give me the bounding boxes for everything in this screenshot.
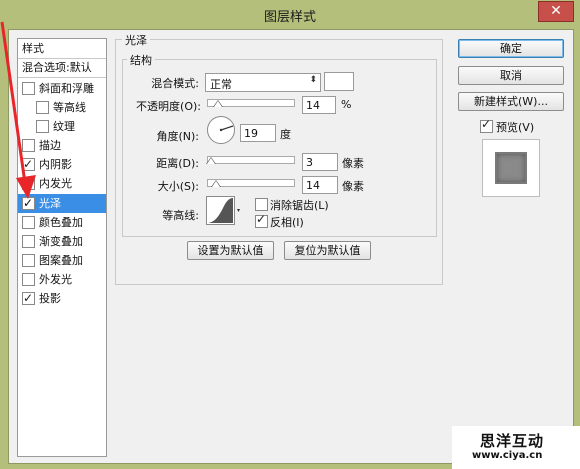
dropdown-arrow-icon: ⬍ (309, 75, 317, 85)
size-label: 大小(S): (157, 180, 199, 193)
style-item-label: 等高线 (53, 101, 86, 114)
blend-mode-value: 正常 (210, 78, 232, 91)
watermark: 思洋互动 www.ciya.cn (452, 426, 580, 469)
style-item-outer-glow[interactable]: 外发光 (18, 270, 106, 289)
style-item-label: 描边 (39, 139, 61, 152)
invert-label: 反相(I) (270, 216, 304, 229)
blending-options-item[interactable]: 混合选项:默认 (18, 58, 106, 78)
watermark-url: www.ciya.cn (472, 450, 543, 461)
style-item-drop-shadow[interactable]: 投影 (18, 289, 106, 308)
styles-header[interactable]: 样式 (18, 39, 106, 59)
style-item-color-overlay[interactable]: 颜色叠加 (18, 213, 106, 232)
close-icon[interactable]: ✕ (550, 3, 562, 19)
new-style-button[interactable]: 新建样式(W)... (458, 92, 564, 111)
distance-input[interactable]: 3 (302, 153, 338, 171)
distance-unit: 像素 (342, 157, 364, 170)
window-title: 图层样式 (263, 10, 316, 25)
style-item-label: 外发光 (39, 273, 72, 286)
style-item-label: 斜面和浮雕 (39, 82, 94, 95)
size-input[interactable]: 14 (302, 176, 338, 194)
preview-swatch (497, 154, 525, 182)
style-item-label: 光泽 (39, 197, 61, 210)
style-item-label: 内阴影 (39, 158, 72, 171)
close-button[interactable]: ✕ (538, 1, 574, 22)
styles-list: 样式 混合选项:默认 斜面和浮雕 等高线 纹理 描边 内阴影 (17, 38, 107, 457)
satin-checkbox[interactable] (22, 194, 35, 213)
preview-label: 预览(V) (496, 121, 535, 134)
layer-style-dialog: 图层样式 ✕ 样式 混合选项:默认 斜面和浮雕 等高线 纹理 描边 ✓ 内阴影 … (0, 0, 580, 469)
style-item-bevel-emboss[interactable]: 斜面和浮雕 (18, 79, 106, 98)
angle-label: 角度(N): (156, 130, 199, 143)
distance-label: 距离(D): (156, 157, 199, 170)
style-item-contour[interactable]: 等高线 (18, 98, 106, 117)
contour-checkbox[interactable] (36, 101, 49, 114)
bevel-emboss-checkbox[interactable] (22, 82, 35, 95)
satin-group-title: 光泽 (122, 32, 150, 48)
satin-color-swatch[interactable] (324, 72, 354, 91)
opacity-unit: % (341, 98, 352, 111)
contour-curve-icon[interactable] (206, 196, 242, 226)
opacity-input[interactable]: 14 (302, 96, 336, 114)
anti-alias-label: 消除锯齿(L) (270, 199, 329, 212)
angle-input[interactable]: 19 (240, 124, 276, 142)
stroke-checkbox[interactable] (22, 139, 35, 152)
cancel-button[interactable]: 取消 (458, 66, 564, 85)
invert-checkbox[interactable] (255, 212, 268, 228)
anti-alias-checkbox[interactable] (255, 198, 268, 211)
inner-glow-checkbox[interactable] (22, 177, 35, 190)
style-item-label: 颜色叠加 (39, 216, 83, 229)
opacity-slider-thumb[interactable] (213, 100, 223, 107)
preview-checkbox[interactable] (480, 117, 493, 133)
style-item-label: 渐变叠加 (39, 235, 83, 248)
opacity-value: 14 (306, 99, 320, 112)
styles-header-label: 样式 (22, 42, 44, 55)
blending-options-label: 混合选项:默认 (22, 61, 92, 74)
style-item-label: 投影 (39, 292, 61, 305)
size-value: 14 (306, 179, 320, 192)
distance-slider-thumb[interactable] (206, 157, 216, 164)
style-preview (482, 139, 540, 197)
title-bar[interactable]: 图层样式 ✕ (0, 0, 580, 28)
size-unit: 像素 (342, 180, 364, 193)
style-item-label: 纹理 (53, 120, 75, 133)
style-item-label: 图案叠加 (39, 254, 83, 267)
blend-mode-label: 混合模式: (151, 77, 199, 90)
pattern-overlay-checkbox[interactable] (22, 254, 35, 267)
ok-button[interactable]: 确定 (458, 39, 564, 58)
gradient-overlay-checkbox[interactable] (22, 235, 35, 248)
style-item-inner-glow[interactable]: 内发光 (18, 174, 106, 193)
angle-dial-icon[interactable] (206, 115, 236, 145)
outer-glow-checkbox[interactable] (22, 273, 35, 286)
style-item-label: 内发光 (39, 177, 72, 190)
set-default-button[interactable]: 设置为默认值 (187, 241, 274, 260)
style-item-stroke[interactable]: 描边 (18, 136, 106, 155)
style-item-texture[interactable]: 纹理 (18, 117, 106, 136)
style-item-gradient-overlay[interactable]: 渐变叠加 (18, 232, 106, 251)
reset-default-button[interactable]: 复位为默认值 (284, 241, 371, 260)
style-item-satin[interactable]: 光泽 (18, 194, 106, 213)
distance-slider-track[interactable] (207, 156, 295, 164)
watermark-name: 思洋互动 (480, 432, 545, 450)
style-item-pattern-overlay[interactable]: 图案叠加 (18, 251, 106, 270)
contour-label: 等高线: (162, 209, 199, 222)
drop-shadow-checkbox[interactable] (22, 289, 35, 308)
style-item-inner-shadow[interactable]: 内阴影 (18, 155, 106, 174)
dialog-body: 样式 混合选项:默认 斜面和浮雕 等高线 纹理 描边 内阴影 (8, 29, 574, 464)
angle-value: 19 (244, 127, 258, 140)
opacity-label: 不透明度(O): (136, 100, 201, 113)
blend-mode-select[interactable]: 正常 ⬍ (205, 73, 321, 92)
color-overlay-checkbox[interactable] (22, 216, 35, 229)
size-slider-thumb[interactable] (211, 180, 221, 187)
inner-shadow-checkbox[interactable] (22, 155, 35, 174)
structure-group-title: 结构 (127, 52, 155, 68)
texture-checkbox[interactable] (36, 120, 49, 133)
distance-value: 3 (306, 156, 313, 169)
angle-unit: 度 (280, 128, 291, 141)
